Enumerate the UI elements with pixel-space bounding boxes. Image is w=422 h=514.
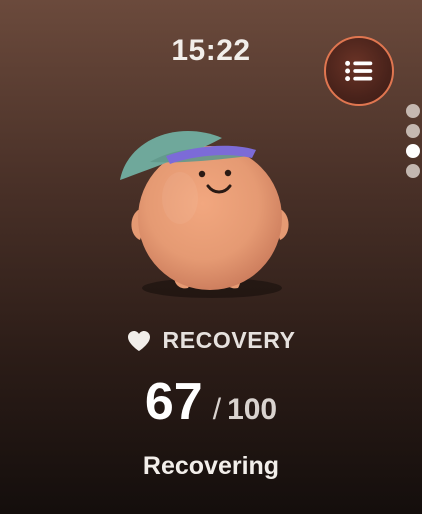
score-max: 100 xyxy=(227,393,278,426)
page-dot xyxy=(406,104,420,118)
score-value: 67 xyxy=(144,373,203,431)
page-dot xyxy=(406,124,420,138)
page-dot-active xyxy=(406,144,420,158)
recovery-status: Recovering xyxy=(142,452,280,480)
recovery-header: RECOVERY xyxy=(0,327,422,354)
menu-button[interactable] xyxy=(324,36,394,106)
page-dot xyxy=(406,164,420,178)
list-icon xyxy=(345,60,373,82)
page-indicator xyxy=(406,104,422,178)
heart-icon xyxy=(128,330,151,351)
peach-mascot xyxy=(110,118,310,303)
recovery-score: 67 / 100 xyxy=(0,372,422,432)
recovery-label: RECOVERY xyxy=(162,327,296,353)
score-separator: / xyxy=(212,393,222,426)
peach-mascot-illustration xyxy=(120,131,289,298)
